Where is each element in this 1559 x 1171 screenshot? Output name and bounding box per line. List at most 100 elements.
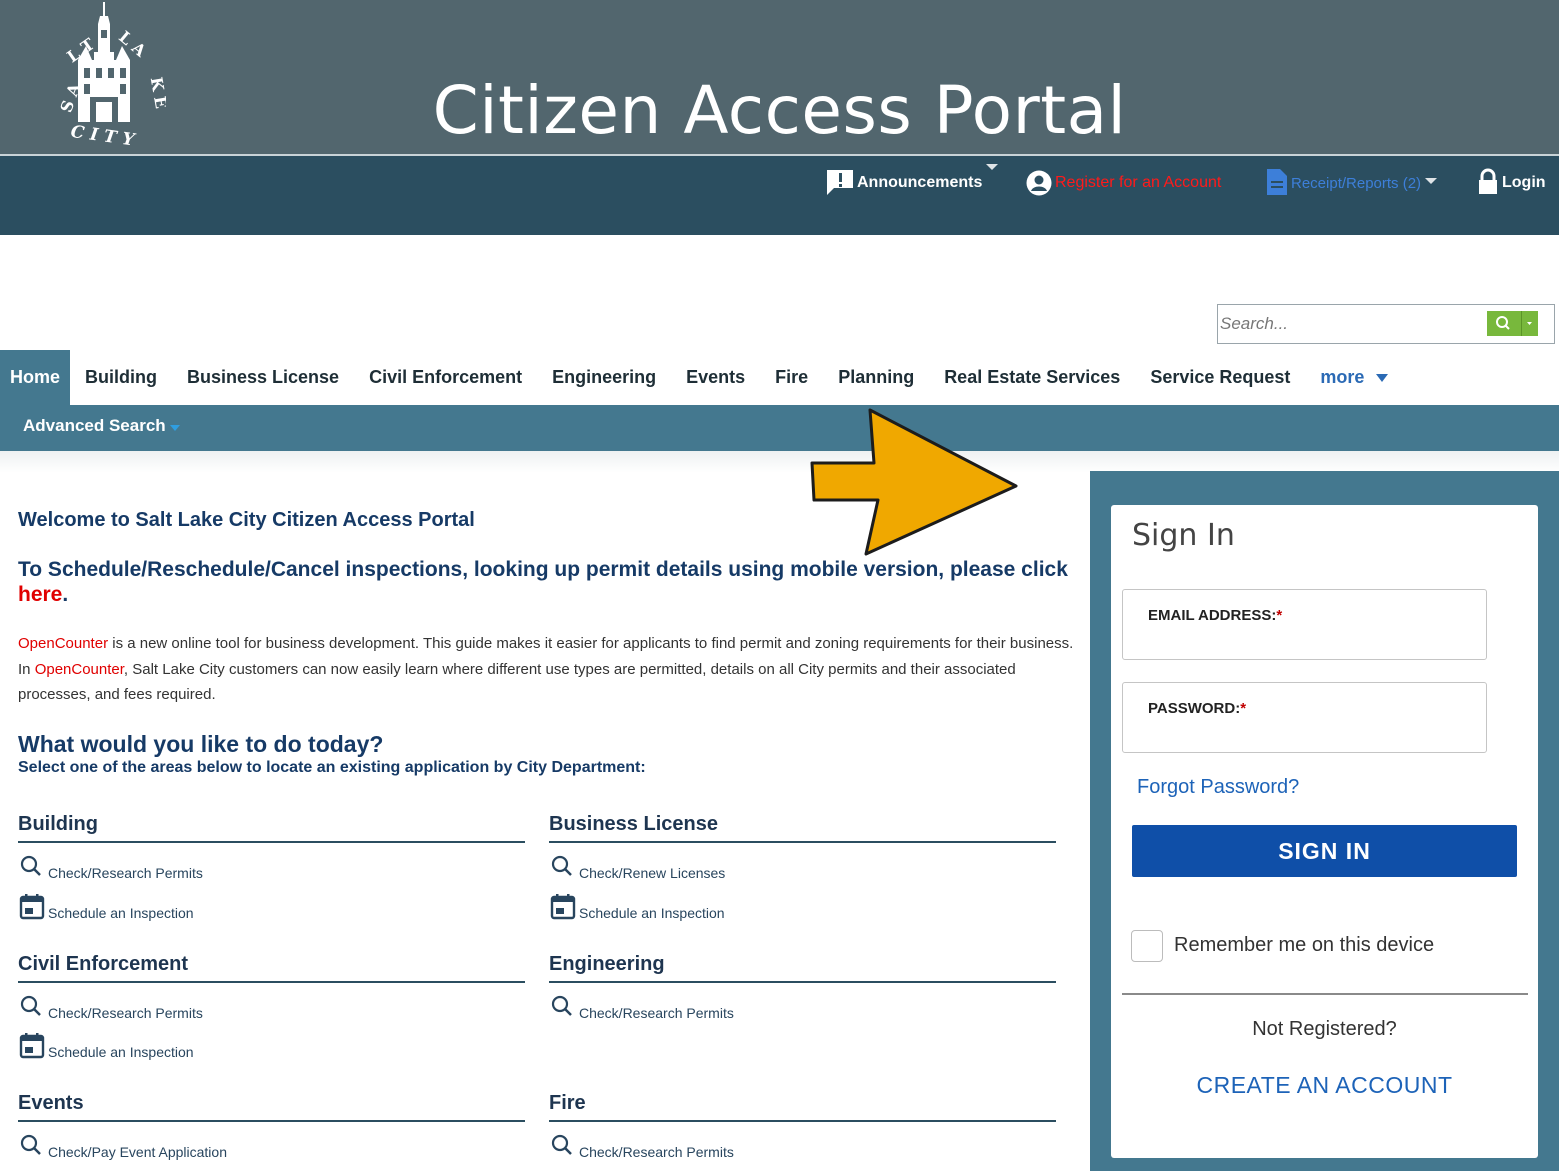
link-label: Check/Renew Licenses xyxy=(579,865,726,881)
dept-name: Business License xyxy=(549,813,1056,843)
dept-building: Building Check/Research Permits Schedule… xyxy=(18,813,525,933)
tab-civil-enforcement[interactable]: Civil Enforcement xyxy=(354,350,537,405)
link-label: Check/Research Permits xyxy=(48,865,203,881)
link-label: Check/Research Permits xyxy=(579,1144,734,1160)
announcements-label: Announcements xyxy=(857,174,983,191)
what-heading: What would you like to do today? xyxy=(18,731,384,757)
select-instruction: Select one of the areas below to locate … xyxy=(18,759,646,776)
dept-name: Building xyxy=(18,813,525,843)
subnav-shadow xyxy=(0,451,1559,473)
email-label: EMAIL ADDRESS:* xyxy=(1148,607,1282,624)
opencounter-link-2[interactable]: OpenCounter xyxy=(35,661,124,678)
dept-name: Engineering xyxy=(549,953,1056,983)
header-banner: S A L T L A K E C I T Y Citizen Access P… xyxy=(0,0,1559,156)
tab-more-label: more xyxy=(1320,367,1365,387)
mobile-schedule-text: To Schedule/Reschedule/Cancel inspection… xyxy=(18,558,1068,581)
chevron-down-icon xyxy=(169,425,180,431)
receipts-menu[interactable]: Receipt/Reports (2) xyxy=(1266,160,1438,196)
chevron-down-icon xyxy=(986,164,999,170)
tab-engineering[interactable]: Engineering xyxy=(537,350,671,405)
email-input[interactable] xyxy=(1148,628,1468,652)
advanced-search-menu[interactable]: Advanced Search xyxy=(23,416,180,436)
tab-more[interactable]: more xyxy=(1305,350,1403,405)
search-button[interactable] xyxy=(1487,311,1538,336)
subnav-bar xyxy=(0,405,1559,451)
password-label-text: PASSWORD: xyxy=(1148,700,1241,717)
tab-real-estate-services[interactable]: Real Estate Services xyxy=(929,350,1135,405)
calendar-icon xyxy=(19,894,45,920)
password-field[interactable]: PASSWORD:* xyxy=(1122,682,1487,753)
chevron-down-icon xyxy=(1425,178,1438,184)
link-label: Schedule an Inspection xyxy=(48,905,194,921)
main-tabs: Home Building Business License Civil Enf… xyxy=(0,350,1403,405)
password-label: PASSWORD:* xyxy=(1148,700,1246,717)
required-mark: * xyxy=(1276,607,1283,624)
user-icon xyxy=(1026,170,1052,196)
search-icon xyxy=(551,1134,572,1155)
search-input[interactable] xyxy=(1220,309,1470,339)
link-label: Schedule an Inspection xyxy=(579,905,725,921)
opencounter-text-2: , Salt Lake City customers can now easil… xyxy=(18,660,1016,704)
tab-home[interactable]: Home xyxy=(0,350,71,405)
dept-civil-enforcement: Civil Enforcement Check/Research Permits… xyxy=(18,953,525,1073)
link-label: Check/Research Permits xyxy=(579,1005,734,1021)
search-icon xyxy=(551,855,572,876)
opencounter-paragraph: OpenCounter is a new online tool for bus… xyxy=(18,631,1078,708)
remember-label[interactable]: Remember me on this device xyxy=(1174,934,1434,957)
schedule-inspection-link[interactable]: Schedule an Inspection xyxy=(18,893,194,921)
check-research-permits-link[interactable]: Check/Research Permits xyxy=(549,1134,734,1160)
register-link[interactable]: Register for an Account xyxy=(1026,160,1221,196)
check-renew-licenses-link[interactable]: Check/Renew Licenses xyxy=(549,855,725,881)
announcements-menu[interactable]: Announcements xyxy=(826,160,999,196)
chevron-down-icon xyxy=(1527,322,1532,325)
signin-title: Sign In xyxy=(1132,518,1235,553)
schedule-inspection-link[interactable]: Schedule an Inspection xyxy=(549,893,725,921)
link-label: Check/Pay Event Application xyxy=(48,1144,227,1160)
tab-events[interactable]: Events xyxy=(671,350,760,405)
search-icon xyxy=(551,995,572,1016)
email-field[interactable]: EMAIL ADDRESS:* xyxy=(1122,589,1487,660)
forgot-password-link[interactable]: Forgot Password? xyxy=(1137,776,1299,799)
email-label-text: EMAIL ADDRESS: xyxy=(1148,607,1277,624)
calendar-icon xyxy=(550,894,576,920)
password-input[interactable] xyxy=(1148,721,1468,745)
tab-business-license[interactable]: Business License xyxy=(172,350,354,405)
dept-fire: Fire Check/Research Permits xyxy=(549,1092,1056,1171)
create-account-link[interactable]: CREATE AN ACCOUNT xyxy=(1111,1072,1538,1099)
signin-button[interactable]: SIGN IN xyxy=(1132,825,1517,877)
advanced-search-label: Advanced Search xyxy=(23,416,166,435)
search-icon xyxy=(1496,316,1510,330)
receipts-label: Receipt/Reports (2) xyxy=(1291,175,1422,192)
tab-service-request[interactable]: Service Request xyxy=(1135,350,1305,405)
announcement-icon xyxy=(827,170,853,195)
search-icon xyxy=(20,995,41,1016)
dept-business-license: Business License Check/Renew Licenses Sc… xyxy=(549,813,1056,933)
tab-building[interactable]: Building xyxy=(70,350,172,405)
tab-fire[interactable]: Fire xyxy=(760,350,823,405)
annotation-arrow-icon xyxy=(810,408,1018,556)
register-label: Register for an Account xyxy=(1055,174,1222,191)
lock-icon xyxy=(1479,168,1497,194)
link-label: Check/Research Permits xyxy=(48,1005,203,1021)
login-link[interactable]: Login xyxy=(1477,160,1546,196)
tab-planning[interactable]: Planning xyxy=(823,350,929,405)
portal-title: Citizen Access Portal xyxy=(432,72,1127,149)
check-research-permits-link[interactable]: Check/Research Permits xyxy=(18,995,203,1021)
remember-checkbox[interactable] xyxy=(1131,930,1163,962)
divider xyxy=(1122,993,1528,995)
opencounter-link[interactable]: OpenCounter xyxy=(18,635,108,652)
welcome-heading: Welcome to Salt Lake City Citizen Access… xyxy=(18,509,475,531)
document-icon xyxy=(1267,169,1287,195)
chevron-down-icon xyxy=(1376,373,1389,382)
check-research-permits-link[interactable]: Check/Research Permits xyxy=(549,995,734,1021)
required-mark: * xyxy=(1240,700,1247,717)
check-pay-event-link[interactable]: Check/Pay Event Application xyxy=(18,1134,227,1160)
dept-name: Events xyxy=(18,1092,525,1122)
check-research-permits-link[interactable]: Check/Research Permits xyxy=(18,855,203,881)
mobile-here-link[interactable]: here xyxy=(18,583,62,606)
calendar-icon xyxy=(19,1033,45,1059)
search-icon xyxy=(20,1134,41,1155)
dept-events: Events Check/Pay Event Application xyxy=(18,1092,525,1171)
schedule-inspection-link[interactable]: Schedule an Inspection xyxy=(18,1032,194,1060)
dept-name: Fire xyxy=(549,1092,1056,1122)
